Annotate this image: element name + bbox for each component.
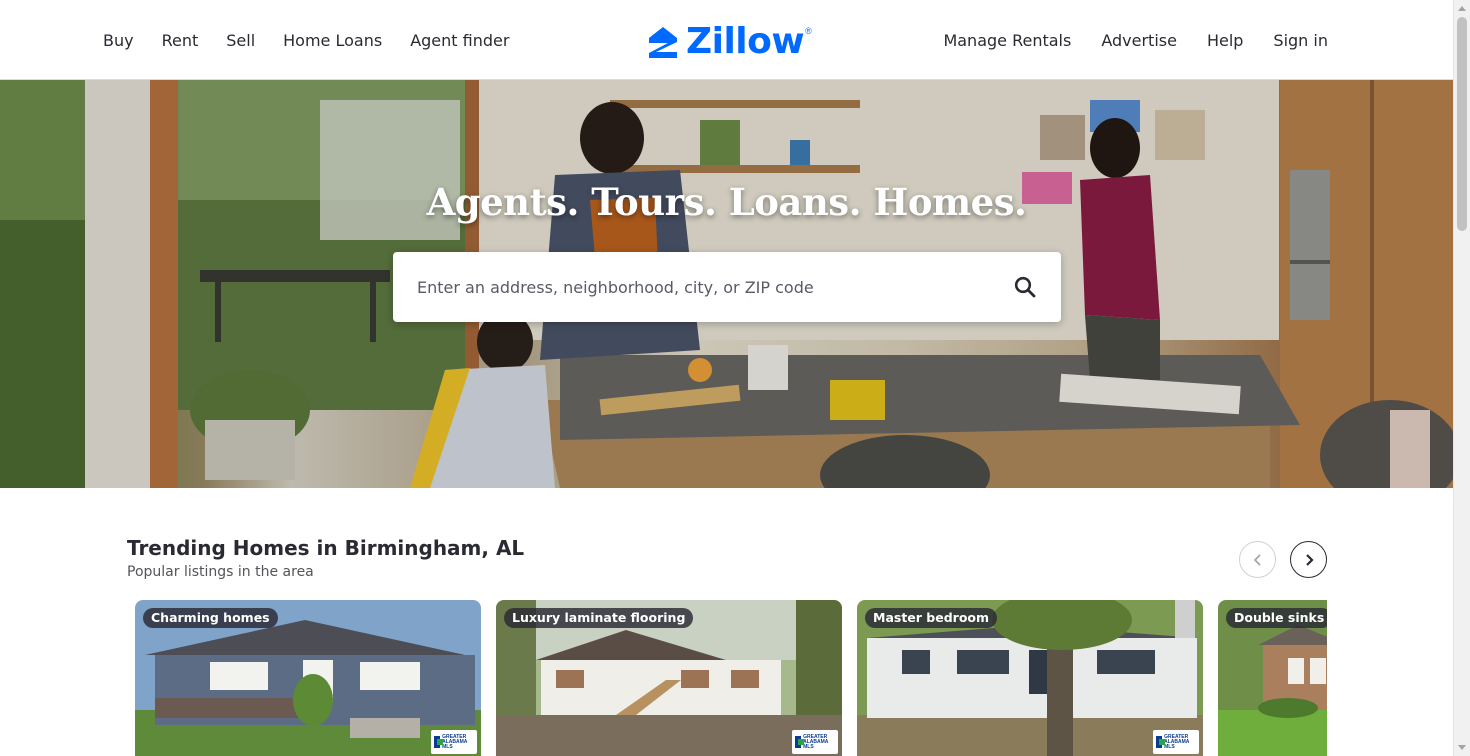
chevron-left-icon xyxy=(1253,553,1261,566)
listing-card[interactable]: Master bedroom GREATER ALABAMA MLS xyxy=(857,600,1203,756)
carousel-prev-button[interactable] xyxy=(1239,541,1276,578)
listing-card[interactable]: Double sinks xyxy=(1218,600,1327,756)
scroll-down-arrow-icon[interactable] xyxy=(1458,745,1466,750)
mls-name: GREATER ALABAMA MLS xyxy=(442,733,468,750)
carousel-next-button[interactable] xyxy=(1290,541,1327,578)
listing-badge: Double sinks xyxy=(1226,608,1327,628)
scrollbar-thumb[interactable] xyxy=(1457,17,1467,231)
listing-badge: Charming homes xyxy=(143,608,278,628)
nav-advertise[interactable]: Advertise xyxy=(1101,31,1177,50)
hero-banner: Agents. Tours. Loans. Homes. xyxy=(0,80,1453,488)
zillow-logo[interactable]: Zillow ® xyxy=(646,22,812,62)
mls-icon xyxy=(434,736,444,748)
mls-logo: GREATER ALABAMA MLS xyxy=(1153,730,1199,754)
page-scrollbar[interactable] xyxy=(1453,0,1470,756)
mls-icon xyxy=(1156,736,1166,748)
logo-wordmark: Zillow xyxy=(686,21,805,62)
mls-logo: GREATER ALABAMA MLS xyxy=(792,730,838,754)
nav-sell[interactable]: Sell xyxy=(226,31,255,50)
zillow-house-icon xyxy=(649,27,677,58)
nav-sign-in[interactable]: Sign in xyxy=(1273,31,1328,50)
nav-agent-finder[interactable]: Agent finder xyxy=(410,31,509,50)
nav-help[interactable]: Help xyxy=(1207,31,1243,50)
trending-carousel: Charming homes GREATER ALABAMA MLS Luxur… xyxy=(127,592,1327,756)
secondary-nav: Manage Rentals Advertise Help Sign in xyxy=(943,0,1328,80)
mls-icon xyxy=(795,736,805,748)
registered-mark: ® xyxy=(805,26,812,36)
search-input[interactable] xyxy=(393,252,997,322)
section-title: Trending Homes in Birmingham, AL xyxy=(127,536,525,560)
nav-rent[interactable]: Rent xyxy=(162,31,199,50)
top-navigation-bar: Buy Rent Sell Home Loans Agent finder Zi… xyxy=(0,0,1453,80)
nav-home-loans[interactable]: Home Loans xyxy=(283,31,382,50)
section-subtitle: Popular listings in the area xyxy=(127,564,314,580)
mls-logo: GREATER ALABAMA MLS xyxy=(431,730,477,754)
listing-card[interactable]: Luxury laminate flooring GREATER ALABAMA… xyxy=(496,600,842,756)
mls-name: GREATER ALABAMA MLS xyxy=(803,733,829,750)
listing-card[interactable]: Charming homes GREATER ALABAMA MLS xyxy=(135,600,481,756)
search-icon xyxy=(1014,276,1036,298)
listing-badge: Luxury laminate flooring xyxy=(504,608,694,628)
listing-badge: Master bedroom xyxy=(865,608,998,628)
mls-name: GREATER ALABAMA MLS xyxy=(1164,733,1190,750)
chevron-right-icon xyxy=(1305,553,1314,566)
hero-search-bar xyxy=(393,252,1061,322)
nav-buy[interactable]: Buy xyxy=(103,31,134,50)
hero-headline: Agents. Tours. Loans. Homes. xyxy=(426,180,1027,224)
scroll-up-arrow-icon[interactable] xyxy=(1458,6,1466,11)
search-button[interactable] xyxy=(997,259,1053,315)
nav-manage-rentals[interactable]: Manage Rentals xyxy=(943,31,1071,50)
primary-nav: Buy Rent Sell Home Loans Agent finder xyxy=(103,0,509,80)
